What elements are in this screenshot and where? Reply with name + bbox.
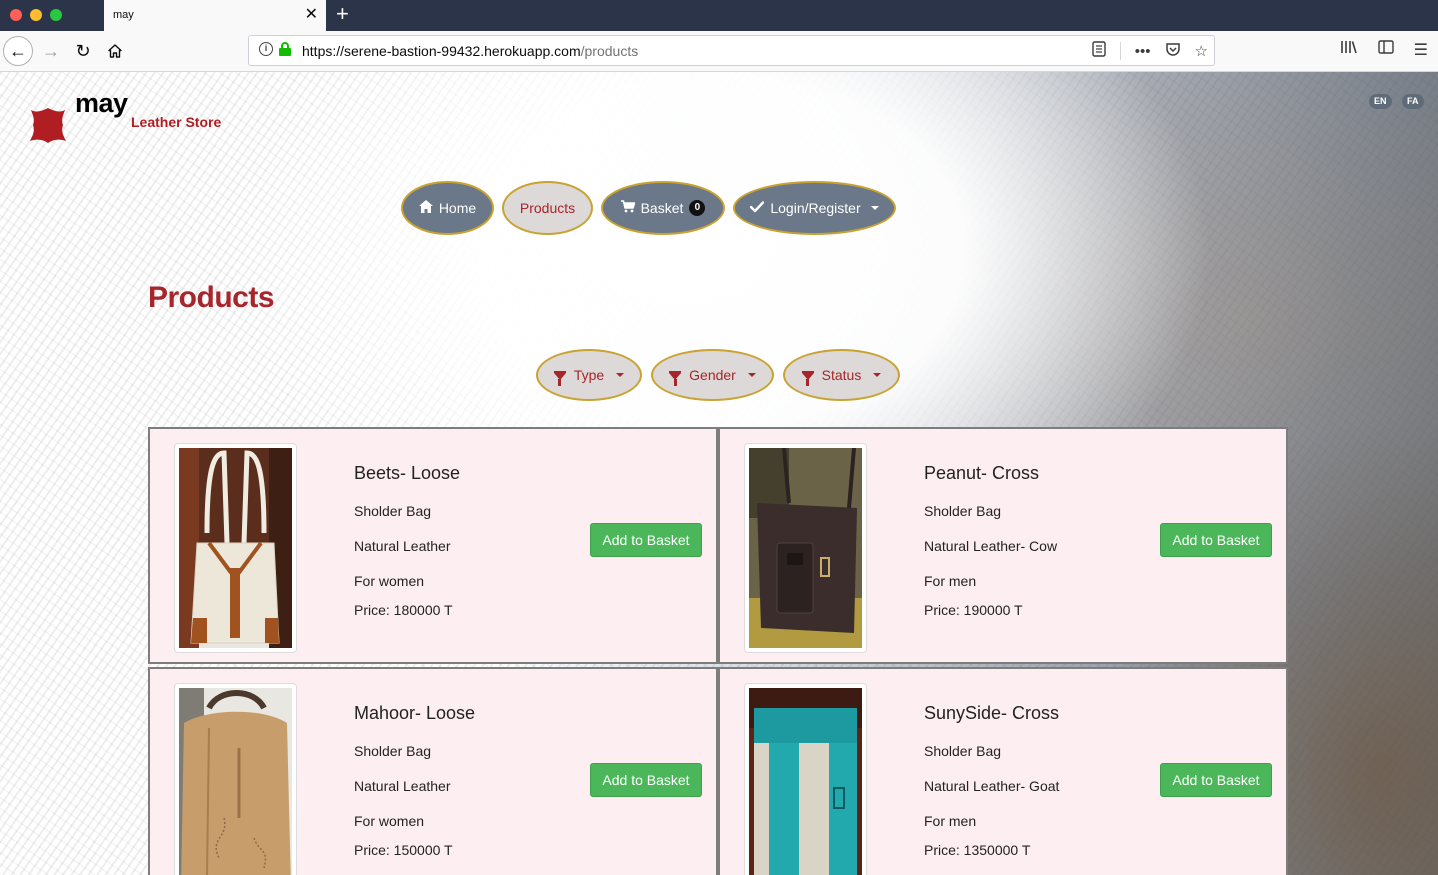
url-text[interactable]: https://serene-bastion-99432.herokuapp.c… [302,43,638,59]
product-category: Sholder Bag [924,743,1002,759]
hamburger-menu-icon[interactable]: ☰ [1414,40,1428,60]
product-photo-cream-bag [179,448,292,648]
product-name[interactable]: Beets- Loose [354,463,460,484]
product-name[interactable]: SunySide- Cross [924,703,1059,724]
product-category: Sholder Bag [354,743,432,759]
info-icon[interactable]: i [259,42,273,56]
chevron-down-icon [616,373,625,377]
lock-icon [279,42,291,56]
shopping-cart-icon [620,200,635,216]
product-gender: For women [354,813,425,829]
product-thumbnail[interactable] [174,683,297,875]
check-icon [750,200,765,216]
filter-gender-label: Gender [689,367,736,383]
product-material: Natural Leather [354,778,451,794]
add-to-basket-button[interactable]: Add to Basket [590,523,702,557]
home-icon[interactable] [100,36,130,66]
product-material: Natural Leather- Cow [924,538,1058,554]
product-thumbnail[interactable] [744,443,867,653]
page-actions-icon[interactable]: ••• [1135,43,1151,60]
product-thumbnail[interactable] [174,443,297,653]
nav-home-button[interactable]: Home [401,181,494,235]
address-bar[interactable]: i https://serene-bastion-99432.herokuapp… [248,35,1215,66]
add-to-basket-button[interactable]: Add to Basket [1160,523,1272,557]
product-name[interactable]: Peanut- Cross [924,463,1039,484]
reload-icon[interactable]: ↻ [68,36,98,66]
product-card: Mahoor- Loose Sholder Bag Natural Leathe… [148,667,718,875]
nav-basket-label: Basket [640,200,684,216]
nav-login-label: Login/Register [770,200,861,216]
web-page: may Leather Store EN FA Home Products Ba… [0,72,1438,875]
pocket-icon[interactable] [1165,42,1181,61]
product-price: Price: 1350000 T [924,842,1031,858]
reader-view-icon[interactable] [1092,41,1106,61]
language-en-button[interactable]: EN [1369,94,1392,109]
product-name[interactable]: Mahoor- Loose [354,703,475,724]
product-photo-teal-bag [749,688,862,875]
forward-arrow-icon[interactable]: → [36,36,66,66]
product-card: Peanut- Cross Sholder Bag Natural Leathe… [718,427,1288,664]
product-price: Price: 150000 T [354,842,453,858]
sidebar-icon[interactable] [1377,40,1394,59]
product-category: Sholder Bag [924,503,1002,519]
product-material: Natural Leather- Goat [924,778,1060,794]
nav-home-label: Home [438,200,477,216]
product-gender: For men [924,813,977,829]
window-close-button[interactable] [10,9,22,21]
add-to-basket-button[interactable]: Add to Basket [1160,763,1272,797]
tab-title: may [113,9,134,21]
filter-type-dropdown[interactable]: Type [536,349,642,401]
filter-status-label: Status [821,367,862,383]
filter-status-dropdown[interactable]: Status [783,349,900,401]
browser-toolbar: ← → ↻ i https://serene-bastion-99432.her… [0,31,1438,72]
nav-basket-button[interactable]: Basket 0 [601,181,725,235]
product-price: Price: 180000 T [354,602,453,618]
add-to-basket-button[interactable]: Add to Basket [590,763,702,797]
bookmark-star-icon[interactable]: ☆ [1195,42,1208,60]
product-photo-tan-bag [179,688,292,875]
window-zoom-button[interactable] [50,9,62,21]
chevron-down-icon [747,373,756,377]
tab-close-icon[interactable]: ✕ [305,5,318,25]
brand-subtitle: Leather Store [131,114,222,130]
basket-count-badge: 0 [689,200,706,216]
language-fa-button[interactable]: FA [1402,94,1424,109]
product-card: SunySide- Cross Sholder Bag Natural Leat… [718,667,1288,875]
product-thumbnail[interactable] [744,683,867,875]
filter-funnel-icon [801,370,814,386]
product-gender: For men [924,573,977,589]
brand-name[interactable]: may [75,88,128,119]
product-card: Beets- Loose Sholder Bag Natural Leather… [148,427,718,664]
browser-tab[interactable]: may ✕ [104,0,326,31]
nav-products-label: Products [519,200,576,216]
product-category: Sholder Bag [354,503,432,519]
filter-gender-dropdown[interactable]: Gender [651,349,774,401]
filter-type-label: Type [573,367,605,383]
leather-hide-logo-icon[interactable] [28,106,68,144]
product-gender: For women [354,573,425,589]
new-tab-icon[interactable]: + [336,2,349,26]
product-price: Price: 190000 T [924,602,1023,618]
filter-funnel-icon [669,370,682,386]
product-material: Natural Leather [354,538,451,554]
window-minimize-button[interactable] [30,9,42,21]
chevron-down-icon [873,373,882,377]
nav-products-button[interactable]: Products [502,181,593,235]
back-arrow-icon[interactable]: ← [3,36,33,66]
home-icon [418,200,433,216]
page-title: Products [148,281,275,314]
product-photo-brown-messenger-bag [749,447,862,648]
filter-funnel-icon [553,370,566,386]
browser-tab-bar: may ✕ + [0,0,1438,31]
chevron-down-icon [870,206,879,210]
library-icon[interactable] [1340,39,1358,60]
nav-login-button[interactable]: Login/Register [733,181,896,235]
toolbar-divider [1119,42,1121,60]
